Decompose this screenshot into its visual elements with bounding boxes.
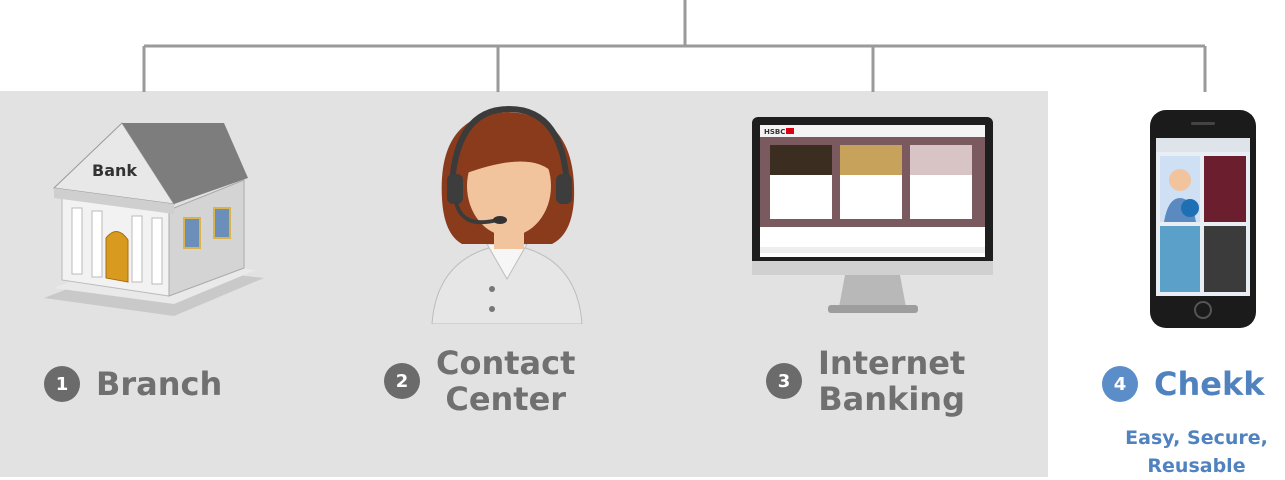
internet-banking-line2: Banking (818, 380, 965, 418)
internet-banking-line1: Internet (818, 344, 966, 382)
channel-contact-center-label: Contact Center (436, 345, 575, 417)
chekk-tagline: Easy, Secure, Reusable (1108, 424, 1285, 480)
step-badge-3: 3 (766, 363, 802, 399)
channel-branch-label: Branch (96, 365, 223, 403)
step-badge-1: 1 (44, 366, 80, 402)
bank-sign-text: Bank (92, 161, 137, 180)
channel-chekk: 4 Chekk (1102, 366, 1265, 402)
step-badge-2: 2 (384, 363, 420, 399)
step-badge-4: 4 (1102, 366, 1138, 402)
bank-building-icon: Bank (44, 122, 264, 316)
channel-branch: 1 Branch (44, 366, 222, 402)
tagline-line1: Easy, Secure, (1125, 427, 1268, 449)
website-logo-text: HSBC (764, 128, 785, 136)
channel-internet-banking: 3 Internet Banking (766, 345, 965, 417)
channel-contact-center: 2 Contact Center (384, 345, 575, 417)
tagline-line2: Reusable (1147, 455, 1246, 477)
smartphone-icon (1150, 110, 1256, 328)
desktop-monitor-icon: HSBC (752, 117, 993, 313)
contact-center-line1: Contact (436, 344, 576, 382)
contact-center-line2: Center (445, 380, 567, 418)
channel-internet-banking-label: Internet Banking (818, 345, 965, 417)
call-center-agent-icon (431, 105, 583, 324)
connector-tree (142, 0, 1207, 92)
channel-chekk-label: Chekk (1154, 365, 1265, 403)
